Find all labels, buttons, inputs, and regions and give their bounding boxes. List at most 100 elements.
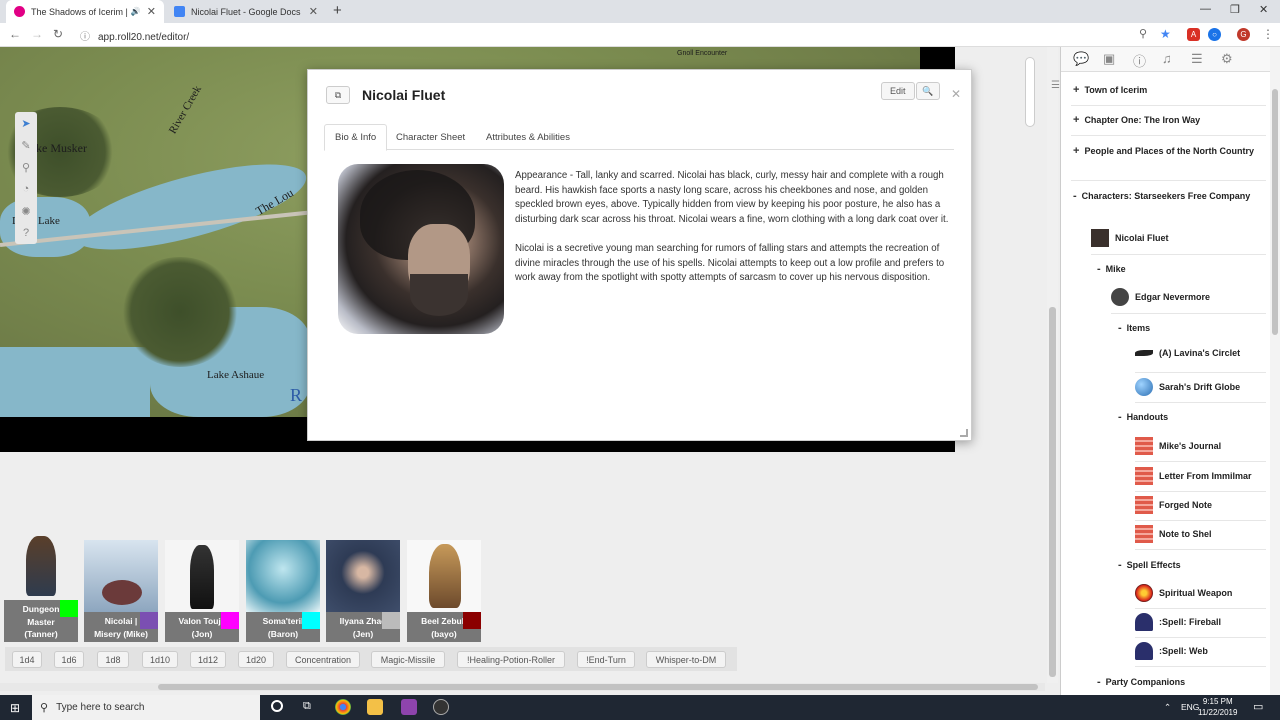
taskbar-clock[interactable]: 9:15 PM 11/22/2019	[1198, 696, 1237, 718]
journal-item-lavinas-circlet[interactable]: (A) Lavina's Circlet	[1135, 348, 1240, 358]
close-tab-icon[interactable]: ✕	[309, 5, 318, 18]
tray-chevron-icon[interactable]: ⌃	[1164, 702, 1171, 713]
journal-folder-chapter-one[interactable]: + Chapter One: The Iron Way	[1073, 114, 1200, 126]
macro-button-1d10[interactable]: 1d10	[142, 651, 178, 668]
minimize-icon[interactable]: —	[1200, 3, 1211, 15]
journal-folder-characters[interactable]: - Characters: Starseekers Free Company	[1073, 189, 1263, 204]
player-avatar[interactable]: Ilyana Zhao (Jen)	[326, 540, 400, 642]
url-field[interactable]: ⓘ app.roll20.net/editor/	[80, 28, 189, 43]
player-avatar[interactable]: Nicolai | Misery (Mike)	[84, 540, 158, 642]
settings-gear-icon[interactable]: ⚙	[1221, 51, 1233, 67]
compendium-icon[interactable]: ♫	[1162, 51, 1172, 66]
player-color-swatch[interactable]	[302, 612, 320, 629]
journal-folder-handouts[interactable]: - Handouts	[1118, 411, 1168, 423]
macro-button-1d8[interactable]: 1d8	[97, 651, 129, 668]
macro-button-magic-missile[interactable]: Magic-Missile	[371, 651, 445, 668]
macro-button-concentration[interactable]: Concentration	[286, 651, 360, 668]
task-view-icon[interactable]: ⧉	[303, 700, 311, 713]
zoom-tool-icon[interactable]: ⚲	[15, 156, 37, 178]
zoom-icon[interactable]: ⚲	[1139, 27, 1147, 40]
journal-handout[interactable]: Mike's Journal	[1135, 437, 1221, 455]
info-icon[interactable]: ⓘ	[80, 32, 90, 43]
reload-icon[interactable]: ↻	[53, 27, 63, 41]
journal-folder-items[interactable]: - Items	[1118, 322, 1150, 334]
maximize-icon[interactable]: ❐	[1230, 3, 1240, 16]
player-avatar[interactable]: Beel Zebub (bayo)	[407, 540, 481, 642]
journal-folder-people-places[interactable]: + People and Places of the North Country	[1073, 144, 1263, 159]
file-explorer-icon[interactable]	[367, 699, 383, 715]
journal-folder-party-companions[interactable]: - Party Companions	[1097, 676, 1185, 688]
forward-icon[interactable]: →	[31, 27, 43, 41]
language-indicator[interactable]: ENG	[1181, 702, 1199, 712]
cortana-icon[interactable]	[271, 700, 283, 712]
fog-tool-icon[interactable]: ✺	[15, 200, 37, 222]
new-tab-icon[interactable]: +	[333, 2, 342, 19]
menu-kebab-icon[interactable]: ⋮	[1262, 27, 1274, 41]
journal-folder-mike[interactable]: - Mike	[1097, 263, 1126, 275]
audio-icon[interactable]: 🔊	[131, 7, 141, 16]
back-icon[interactable]: ←	[9, 27, 21, 41]
macro-button-1d4[interactable]: 1d4	[12, 651, 42, 668]
adblock-extension-icon[interactable]: A	[1187, 28, 1200, 41]
notification-icon[interactable]: ▭	[1253, 700, 1263, 713]
macro-button-1d6[interactable]: 1d6	[54, 651, 84, 668]
profile-avatar[interactable]: G	[1237, 28, 1250, 41]
art-library-icon[interactable]: ▣	[1103, 51, 1115, 67]
journal-handout[interactable]: Letter From Immilmar	[1135, 467, 1252, 485]
macro-button-end-turn[interactable]: !End-Turn	[577, 651, 635, 668]
measure-tool-icon[interactable]: ◔	[15, 178, 37, 200]
macro-button-healing-potion[interactable]: !Healing-Potion-Roller	[457, 651, 565, 668]
macro-button-1d20[interactable]: 1d20	[238, 651, 274, 668]
tab-character-sheet[interactable]: Character Sheet	[386, 124, 475, 151]
player-color-swatch[interactable]	[463, 612, 481, 629]
browser-tab-docs[interactable]: Nicolai Fluet - Google Docs ✕	[166, 0, 326, 23]
tab-bio-info[interactable]: Bio & Info	[324, 124, 388, 151]
journal-folder-town-of-icerim[interactable]: + Town of Icerim	[1073, 84, 1147, 96]
windows-start-icon[interactable]: ⊞	[10, 701, 20, 715]
close-window-icon[interactable]: ✕	[1259, 3, 1268, 16]
extension-icon[interactable]: ○	[1208, 28, 1221, 41]
zoom-slider[interactable]	[1025, 57, 1035, 127]
obs-taskbar-icon[interactable]	[433, 699, 449, 715]
edit-button[interactable]: Edit	[881, 82, 915, 100]
tab-attributes-abilities[interactable]: Attributes & Abilities	[476, 124, 580, 151]
player-color-swatch[interactable]	[221, 612, 239, 629]
journal-character-edgar[interactable]: Edgar Nevermore	[1111, 288, 1210, 306]
player-avatar[interactable]: Valon Touja (Jon)	[165, 540, 239, 642]
macro-button-1d12[interactable]: 1d12	[190, 651, 226, 668]
journal-info-icon[interactable]: ⓘ	[1133, 51, 1146, 70]
select-tool-icon[interactable]: ➤	[15, 112, 37, 134]
collapse-sidebar-icon[interactable]: ☰	[1051, 80, 1060, 91]
app-taskbar-icon[interactable]	[401, 699, 417, 715]
journal-folder-spell-effects[interactable]: - Spell Effects	[1118, 559, 1181, 571]
chrome-taskbar-icon[interactable]	[335, 699, 351, 715]
journal-item-drift-globe[interactable]: Sarah's Drift Globe	[1135, 378, 1240, 396]
help-tool-icon[interactable]: ?	[15, 222, 37, 244]
journal-spell[interactable]: Spiritual Weapon	[1135, 584, 1232, 602]
browser-tab-roll20[interactable]: The Shadows of Icerim | Roll20 🔊 ✕	[6, 0, 164, 23]
journal-character-nicolai[interactable]: Nicolai Fluet	[1091, 229, 1169, 247]
vertical-scrollbar[interactable]	[1047, 47, 1058, 683]
journal-spell[interactable]: :Spell: Web	[1135, 642, 1208, 660]
player-color-swatch[interactable]	[60, 600, 78, 617]
player-avatar[interactable]: Dungeon Master (Tanner)	[4, 528, 78, 642]
taskbar-search[interactable]: ⚲ Type here to search	[32, 695, 260, 720]
journal-spell[interactable]: :Spell: Fireball	[1135, 613, 1221, 631]
popout-icon[interactable]: ⧉	[326, 86, 350, 104]
resize-handle[interactable]	[960, 429, 968, 437]
journal-handout[interactable]: Note to Shel	[1135, 525, 1212, 543]
collection-list-icon[interactable]: ☰	[1191, 51, 1203, 67]
close-icon[interactable]: ✕	[951, 87, 961, 101]
macro-button-whisper-to-dm[interactable]: Whisper-to-DM	[646, 651, 726, 668]
player-color-swatch[interactable]	[382, 612, 400, 629]
search-icon[interactable]: 🔍	[916, 82, 940, 100]
player-avatar[interactable]: Soma'teril (Baron)	[246, 540, 320, 642]
close-tab-icon[interactable]: ✕	[147, 5, 156, 18]
chat-icon[interactable]: 💬	[1073, 51, 1089, 67]
player-color-swatch[interactable]	[140, 612, 158, 629]
sidebar-scrollbar[interactable]	[1270, 47, 1280, 695]
journal-handout[interactable]: Forged Note	[1135, 496, 1212, 514]
bookmark-star-icon[interactable]: ★	[1160, 27, 1171, 41]
draw-tool-icon[interactable]: ✎	[15, 134, 37, 156]
horizontal-scrollbar[interactable]	[0, 683, 1045, 691]
